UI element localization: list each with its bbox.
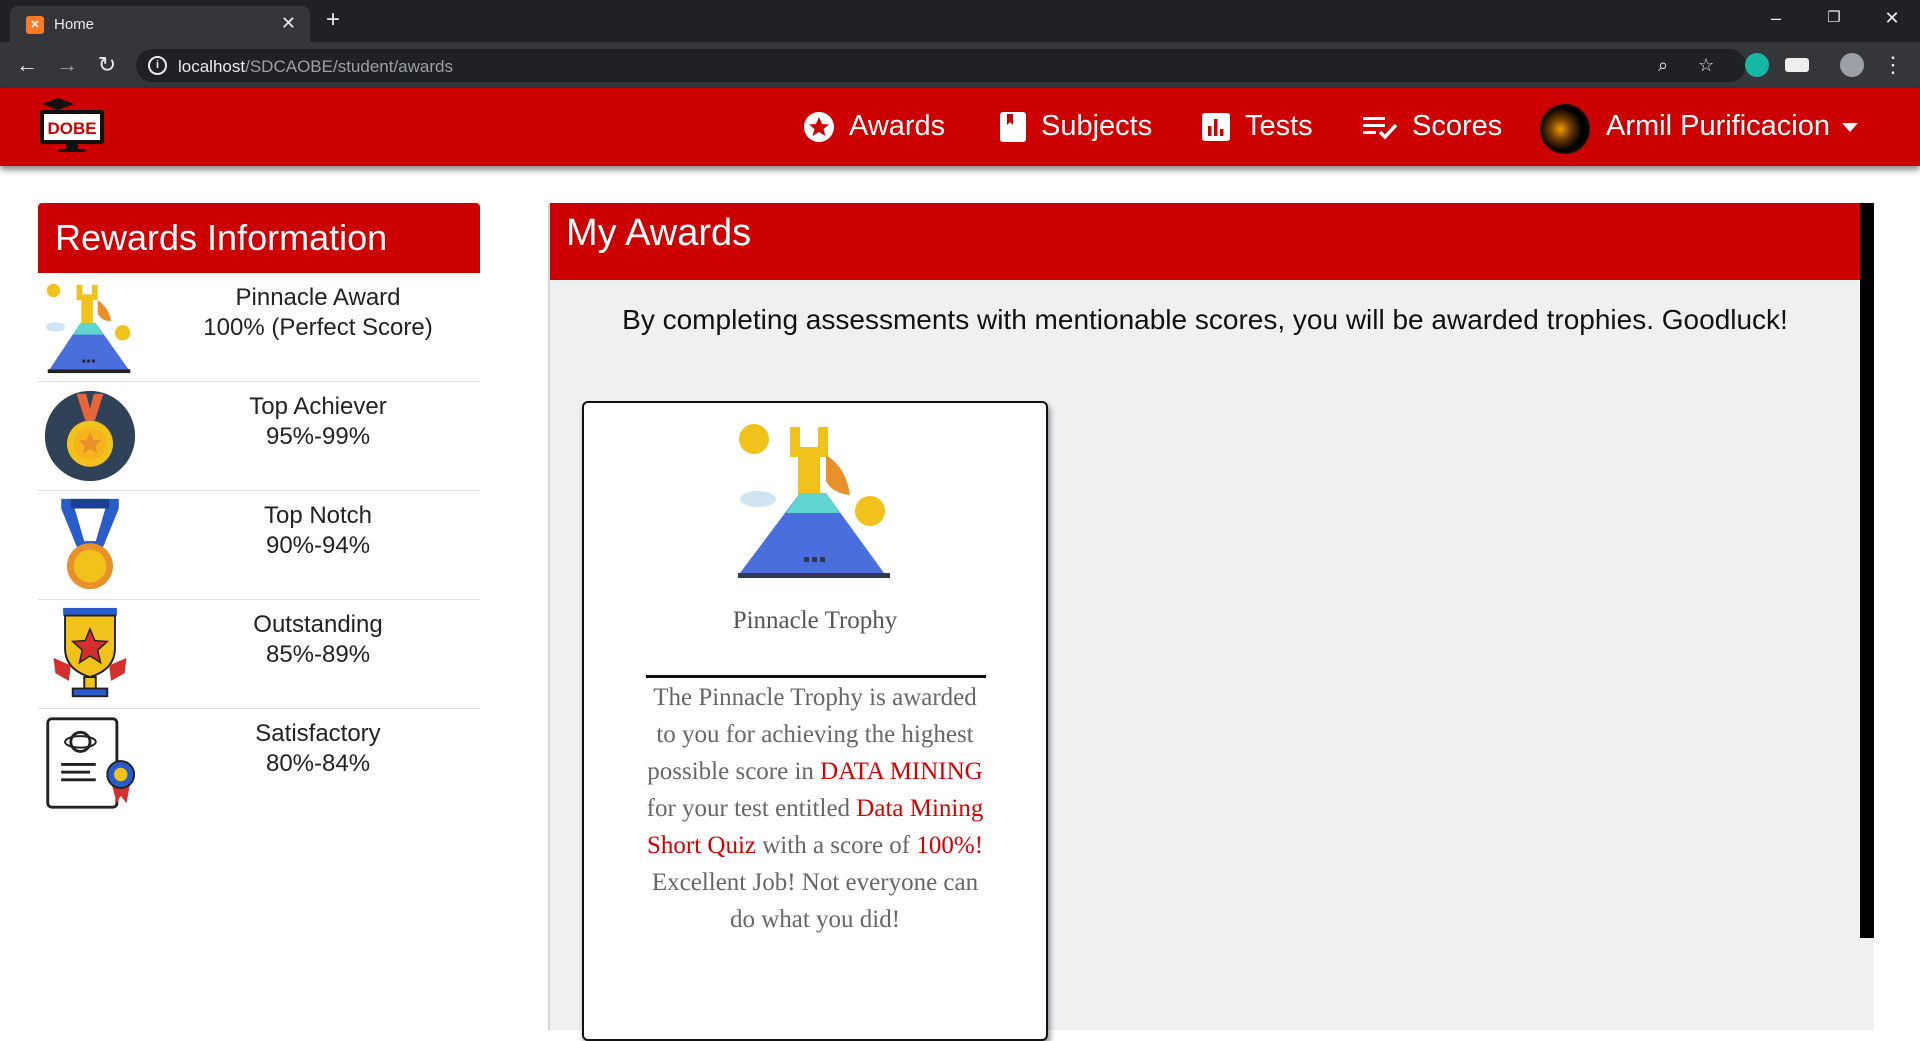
checklist-icon — [1363, 117, 1398, 140]
user-name[interactable]: Armil Purificacion — [1606, 106, 1830, 146]
reward-info: Top Achiever 95%-99% — [168, 392, 468, 452]
extension-card-icon[interactable] — [1785, 58, 1809, 72]
reward-range: 80%-84% — [265, 750, 371, 777]
mountain-summit-icon — [45, 283, 131, 374]
reward-name: Satisfactory — [255, 720, 381, 747]
reward-info: Pinnacle Award 100% (Perfect Score) — [168, 283, 468, 343]
reward-range: 95%-99% — [265, 423, 371, 450]
nav-scores[interactable]: Scores — [1362, 106, 1502, 146]
minimize-icon[interactable]: – — [1764, 6, 1788, 30]
svg-text:DOBE: DOBE — [47, 119, 96, 138]
medal-round-icon — [44, 390, 136, 482]
restore-icon[interactable]: ❐ — [1822, 6, 1846, 30]
reward-row: Top Achiever 95%-99% — [38, 382, 480, 491]
xampp-favicon-icon: ✕ — [26, 16, 44, 34]
reward-info: Outstanding 85%-89% — [168, 610, 468, 670]
reward-row: Outstanding 85%-89% — [38, 600, 480, 709]
reload-icon[interactable]: ↻ — [94, 52, 120, 78]
reward-range: 90%-94% — [265, 532, 371, 559]
reward-name: Pinnacle Award — [235, 284, 401, 311]
awards-subtitle: By completing assessments with mentionab… — [622, 304, 1788, 335]
nav-tests-label: Tests — [1245, 110, 1313, 142]
ribbon-medal-icon — [61, 498, 119, 590]
trophy-score: 100%! — [916, 832, 984, 859]
browser-tab[interactable]: ✕ Home ✕ — [10, 6, 310, 42]
tab-title: Home — [54, 16, 95, 33]
window-close-icon[interactable]: ✕ — [1880, 6, 1904, 30]
bookmark-book-icon — [1000, 112, 1026, 143]
forward-icon[interactable]: → — [54, 52, 80, 78]
reward-range: 100% (Perfect Score) — [203, 314, 433, 341]
nav-subjects[interactable]: Subjects — [999, 106, 1152, 146]
nav-scores-label: Scores — [1412, 110, 1503, 142]
trophy-description: The Pinnacle Trophy is awarded to you fo… — [646, 684, 984, 933]
star-trophy-icon — [53, 607, 127, 698]
star-circle-icon — [804, 112, 834, 143]
reward-info: Top Notch 90%-94% — [168, 501, 468, 561]
new-tab-icon[interactable]: + — [326, 8, 340, 32]
trophy-subject: DATA MINING — [820, 758, 983, 785]
nav-awards[interactable]: Awards — [803, 106, 945, 146]
bookmark-star-icon[interactable]: ☆ — [1698, 54, 1714, 76]
reward-name: Top Notch — [263, 502, 373, 529]
dobe-logo[interactable]: DOBE — [36, 98, 108, 154]
awards-panel: My Awards By completing assessments with… — [548, 203, 1874, 1041]
info-icon[interactable]: i — [148, 56, 167, 75]
awards-title: My Awards — [550, 203, 1860, 280]
certificate-icon — [46, 717, 136, 809]
rewards-title: Rewards Information — [38, 203, 480, 273]
bar-chart-icon — [1202, 113, 1230, 142]
user-avatar[interactable] — [1540, 104, 1590, 154]
trophy-name: Pinnacle Trophy — [732, 607, 898, 634]
mountain-summit-icon — [738, 424, 890, 578]
browser-tab-strip: ✕ Home ✕ + – ❐ ✕ — [0, 0, 1920, 42]
nav-subjects-label: Subjects — [1041, 110, 1153, 142]
menu-dots-icon[interactable]: ⋮ — [1880, 52, 1906, 78]
extension-m-icon[interactable] — [1745, 53, 1769, 77]
url-text: localhost/SDCAOBE/student/awards — [178, 57, 453, 76]
reward-range: 85%-89% — [265, 641, 371, 668]
browser-toolbar: ← → ↻ i localhost/SDCAOBE/student/awards… — [0, 42, 1920, 88]
nav-awards-label: Awards — [849, 110, 946, 142]
back-icon[interactable]: ← — [14, 52, 40, 78]
reward-info: Satisfactory 80%-84% — [168, 719, 468, 779]
trophy-card[interactable]: Pinnacle Trophy The Pinnacle Trophy is a… — [582, 401, 1048, 1041]
rewards-panel: Rewards Information Pinnacle Award 100% … — [38, 203, 480, 817]
site-navbar: DOBE Awards Subjects Tests Scores Armil … — [0, 88, 1920, 166]
reward-name: Top Achiever — [249, 393, 387, 420]
tab-close-icon[interactable]: ✕ — [281, 13, 296, 33]
zoom-icon[interactable]: ⌕ — [1658, 54, 1668, 76]
chevron-down-icon[interactable] — [1842, 123, 1858, 132]
nav-tests[interactable]: Tests — [1201, 106, 1313, 146]
reward-row: Top Notch 90%-94% — [38, 491, 480, 600]
reward-row: Satisfactory 80%-84% — [38, 709, 480, 817]
reward-name: Outstanding — [253, 611, 383, 638]
reward-row: Pinnacle Award 100% (Perfect Score) — [38, 273, 480, 382]
divider — [646, 675, 986, 678]
scrollbar[interactable] — [1860, 203, 1874, 938]
address-bar[interactable]: i localhost/SDCAOBE/student/awards ⌕ ☆ — [136, 49, 1746, 82]
profile-icon[interactable] — [1840, 53, 1864, 77]
